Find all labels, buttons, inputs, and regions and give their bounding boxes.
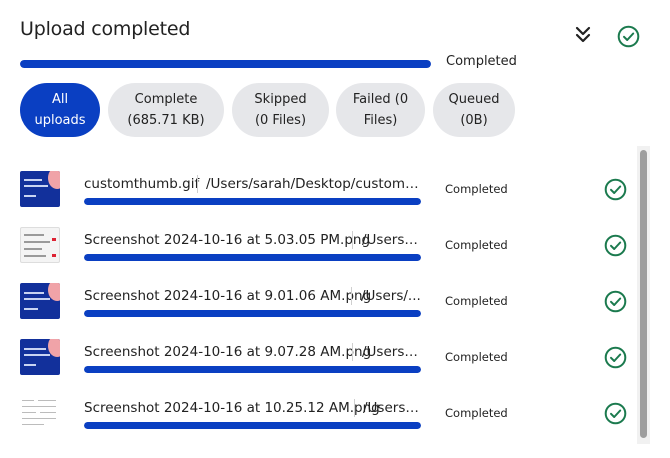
file-progress-fill — [84, 310, 421, 317]
file-progress-bar — [84, 198, 421, 205]
file-name: Screenshot 2024-10-16 at 9.01.06 AM.png — [84, 288, 372, 304]
tab-skipped[interactable]: Skipped (0 Files) — [232, 83, 329, 137]
tab-label-line2: Files) — [363, 113, 398, 128]
file-row: Screenshot 2024-10-16 at 9.01.06 AM.png … — [0, 262, 636, 319]
file-progress-fill — [84, 422, 421, 429]
overall-status-text: Completed — [446, 54, 517, 69]
file-path: /Users/... — [361, 288, 421, 304]
file-status: Completed — [445, 406, 508, 420]
file-progress-fill — [84, 254, 421, 261]
check-circle-icon — [604, 402, 627, 425]
file-progress-bar — [84, 310, 421, 317]
tab-label-line2: (0B) — [460, 113, 488, 128]
file-status-icon — [604, 402, 627, 425]
file-row: Screenshot 2024-10-16 at 5.03.05 PM.png … — [0, 206, 636, 263]
tab-label-line1: Complete — [134, 92, 198, 107]
file-name: Screenshot 2024-10-16 at 10.25.12 AM.png — [84, 400, 380, 416]
tab-label-line2: uploads — [34, 113, 86, 128]
name-path-divider — [197, 175, 198, 193]
file-name: Screenshot 2024-10-16 at 9.07.28 AM.png — [84, 344, 372, 360]
file-progress-fill — [84, 198, 421, 205]
upload-panel: Upload completed Completed All uploads C… — [0, 0, 670, 458]
check-circle-icon — [604, 178, 627, 201]
upload-status-icon — [617, 25, 640, 48]
tab-complete[interactable]: Complete (685.71 KB) — [108, 83, 224, 137]
file-status-icon — [604, 234, 627, 257]
tab-all-uploads[interactable]: All uploads — [20, 83, 100, 137]
file-status: Completed — [445, 238, 508, 252]
file-status-icon — [604, 178, 627, 201]
check-circle-icon — [617, 25, 640, 48]
tab-label-line1: Skipped — [254, 92, 307, 107]
name-path-divider — [354, 399, 355, 417]
file-thumbnail — [20, 339, 60, 375]
file-progress-bar — [84, 254, 421, 261]
file-row: customthumb.gif /Users/sarah/Desktop/cus… — [0, 150, 636, 207]
tab-label-line2: (0 Files) — [254, 113, 307, 128]
file-status: Completed — [445, 182, 508, 196]
file-progress-fill — [84, 366, 421, 373]
file-row: Screenshot 2024-10-16 at 10.25.12 AM.png… — [0, 374, 636, 431]
file-status: Completed — [445, 350, 508, 364]
overall-progress-fill — [20, 60, 431, 68]
file-path: /Users/sarah/Desktop/customth... — [206, 176, 421, 192]
check-circle-icon — [604, 290, 627, 313]
file-status-icon — [604, 346, 627, 369]
upload-file-list[interactable]: customthumb.gif /Users/sarah/Desktop/cus… — [0, 150, 636, 450]
name-path-divider — [351, 287, 352, 305]
file-name: Screenshot 2024-10-16 at 5.03.05 PM.png — [84, 232, 371, 248]
file-row: Screenshot 2024-10-16 at 9.07.28 AM.png … — [0, 318, 636, 375]
tab-label-line2: (685.71 KB) — [127, 113, 205, 128]
tab-failed[interactable]: Failed (0 Files) — [336, 83, 425, 137]
list-scrollbar[interactable] — [637, 146, 650, 444]
file-name: customthumb.gif — [84, 176, 200, 192]
file-path: /Users/s... — [362, 344, 421, 360]
file-status: Completed — [445, 294, 508, 308]
file-thumbnail — [20, 227, 60, 263]
file-path: /Users/... — [362, 232, 421, 248]
tab-label-line1: All — [51, 92, 69, 107]
file-thumbnail — [20, 171, 60, 207]
file-progress-bar — [84, 366, 421, 373]
tab-label-line1: Failed (0 — [352, 92, 409, 107]
double-chevron-down-icon — [575, 26, 591, 43]
file-thumbnail — [20, 283, 60, 319]
name-path-divider — [352, 343, 353, 361]
name-path-divider — [352, 231, 353, 249]
file-path: /Users/... — [363, 400, 421, 416]
file-thumbnail — [20, 395, 60, 431]
file-progress-bar — [84, 422, 421, 429]
upload-title: Upload completed — [20, 18, 191, 40]
file-status-icon — [604, 290, 627, 313]
tab-queued[interactable]: Queued (0B) — [433, 83, 515, 137]
check-circle-icon — [604, 346, 627, 369]
scrollbar-thumb[interactable] — [640, 150, 647, 438]
collapse-button[interactable] — [571, 24, 595, 46]
check-circle-icon — [604, 234, 627, 257]
tab-label-line1: Queued — [448, 92, 500, 107]
overall-progress-bar — [20, 60, 431, 68]
